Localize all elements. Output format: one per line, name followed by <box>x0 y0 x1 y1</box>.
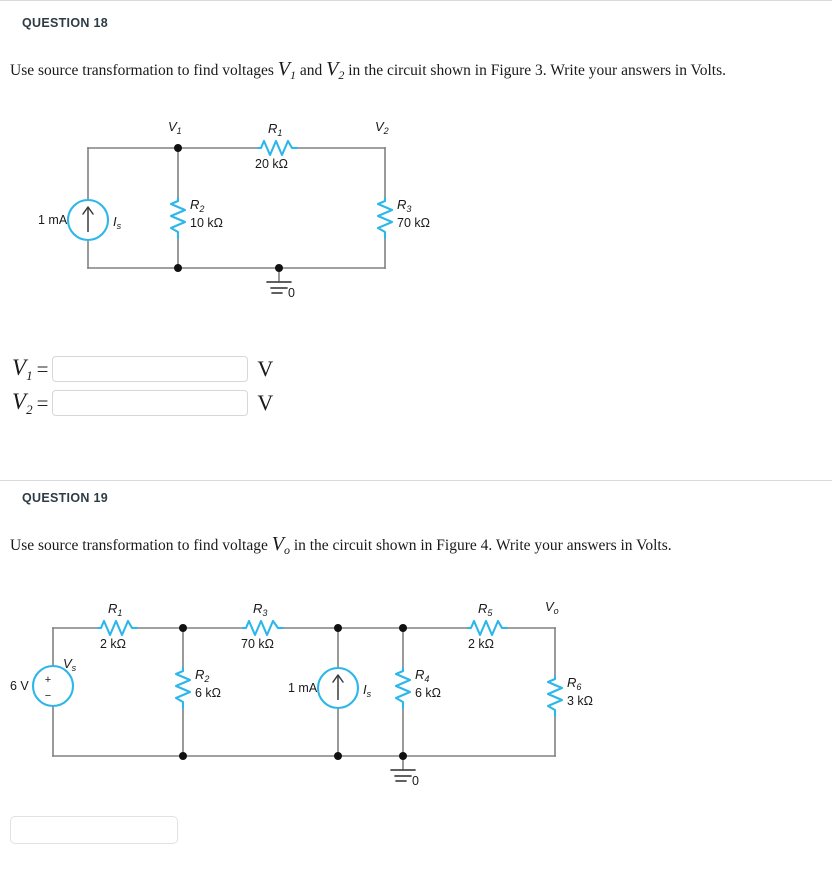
question-18-heading: QUESTION 18 <box>22 16 108 30</box>
resistor-q19-r1-symbol <box>96 619 139 637</box>
resistor-r2-symbol <box>169 196 187 240</box>
question-19-heading: QUESTION 19 <box>22 491 108 505</box>
answer-label-v2: V2 <box>12 389 33 417</box>
current-source-symbol-label: Is <box>113 214 122 231</box>
top-divider <box>0 0 832 1</box>
resistor-q19-r4-value: 6 kΩ <box>415 686 441 700</box>
prompt-text-and: and <box>299 62 323 79</box>
resistor-q19-r5-ref: R5 <box>478 601 493 618</box>
resistor-q19-r3-symbol <box>241 619 285 637</box>
resistor-q19-r6-value: 3 kΩ <box>567 694 593 708</box>
node-dot-q19-b-bottom <box>334 752 342 760</box>
resistor-r1-symbol <box>256 139 299 157</box>
resistor-q19-r4-ref: R4 <box>415 667 429 684</box>
prompt-variable-v2: V2 <box>326 58 345 82</box>
node-dot-ground <box>275 264 283 272</box>
current-source-value-label-q19: 1 mA <box>288 681 318 695</box>
voltage-source-minus: − <box>45 690 51 702</box>
prompt-text-a: Use source transformation to find voltag… <box>10 62 274 79</box>
node-dot-v1-top <box>174 144 182 152</box>
resistor-r3-symbol <box>376 196 394 240</box>
resistor-q19-r4-symbol <box>394 666 412 710</box>
prompt19-variable-vo: Vo <box>271 533 290 557</box>
resistor-q19-r3-ref: R3 <box>253 601 267 618</box>
prompt-variable-v1: V1 <box>277 58 296 82</box>
resistor-r1-value: 20 kΩ <box>255 157 288 171</box>
resistor-q19-r6-symbol <box>546 674 564 718</box>
resistor-q19-r5-symbol <box>466 619 509 637</box>
node-dot-q19-c-top <box>399 624 407 632</box>
resistor-r2-value: 10 kΩ <box>190 216 223 230</box>
resistor-q19-r1-value: 2 kΩ <box>100 637 126 651</box>
question-divider <box>0 480 832 481</box>
node-dot-q19-a-top <box>179 624 187 632</box>
answer-input-v2[interactable] <box>52 390 249 416</box>
resistor-r3-value: 70 kΩ <box>397 216 430 230</box>
resistor-q19-r2-value: 6 kΩ <box>195 686 221 700</box>
answer-equals-v1: = <box>36 356 49 381</box>
voltage-source-vs <box>31 664 75 708</box>
resistor-q19-r5-value: 2 kΩ <box>468 637 494 651</box>
prompt-text-b: in the circuit shown in Figure 3. Write … <box>348 62 727 79</box>
answer-row-v1: V1 = V <box>12 356 273 382</box>
voltage-source-value-label: 6 V <box>10 679 29 693</box>
ground-label: 0 <box>288 286 295 300</box>
voltage-source-symbol-label: Vs <box>63 656 77 673</box>
current-source-symbol-label-q19: Is <box>363 682 372 699</box>
node-label-v1: V1 <box>168 119 182 136</box>
node-dot-v1-bottom <box>174 264 182 272</box>
question-19-answer-input[interactable] <box>10 816 178 844</box>
prompt19-text-a: Use source transformation to find voltag… <box>10 537 268 554</box>
current-source-value-label: 1 mA <box>38 213 68 227</box>
resistor-q19-r6-ref: R6 <box>567 675 581 692</box>
question-18-prompt: Use source transformation to find voltag… <box>10 58 726 83</box>
node-dot-q19-c-bottom <box>399 752 407 760</box>
answer-unit-v2: V <box>257 390 274 415</box>
answer-row-v2: V2 = V <box>12 390 273 416</box>
resistor-r3-ref: R3 <box>397 197 411 214</box>
figure-3-circuit: 1 mA Is R1 20 kΩ R2 10 kΩ R3 70 kΩ 0 V1 … <box>0 110 460 310</box>
answer-unit-v1: V <box>257 356 274 381</box>
answer-label-v1: V1 <box>12 355 33 383</box>
node-label-v2: V2 <box>375 119 389 136</box>
resistor-q19-r3-value: 70 kΩ <box>241 637 274 651</box>
resistor-q19-r1-ref: R1 <box>108 601 122 618</box>
resistor-r2-ref: R2 <box>190 197 204 214</box>
answer-equals-v2: = <box>36 390 49 415</box>
node-dot-q19-b-top <box>334 624 342 632</box>
question-19-prompt: Use source transformation to find voltag… <box>10 533 672 558</box>
node-label-vo: Vo <box>545 599 559 616</box>
figure-4-circuit: + − 6 V Vs 1 mA Is R1 2 kΩ R2 6 kΩ R3 70… <box>0 590 620 805</box>
resistor-r1-ref: R1 <box>268 121 282 138</box>
resistor-q19-r2-ref: R2 <box>195 667 209 684</box>
resistor-q19-r2-symbol <box>174 666 192 710</box>
voltage-source-plus: + <box>45 674 51 686</box>
answer-input-v1[interactable] <box>52 356 249 382</box>
ground-label-q19: 0 <box>412 774 419 788</box>
prompt19-text-b: in the circuit shown in Figure 4. Write … <box>293 537 672 554</box>
node-dot-q19-a-bottom <box>179 752 187 760</box>
